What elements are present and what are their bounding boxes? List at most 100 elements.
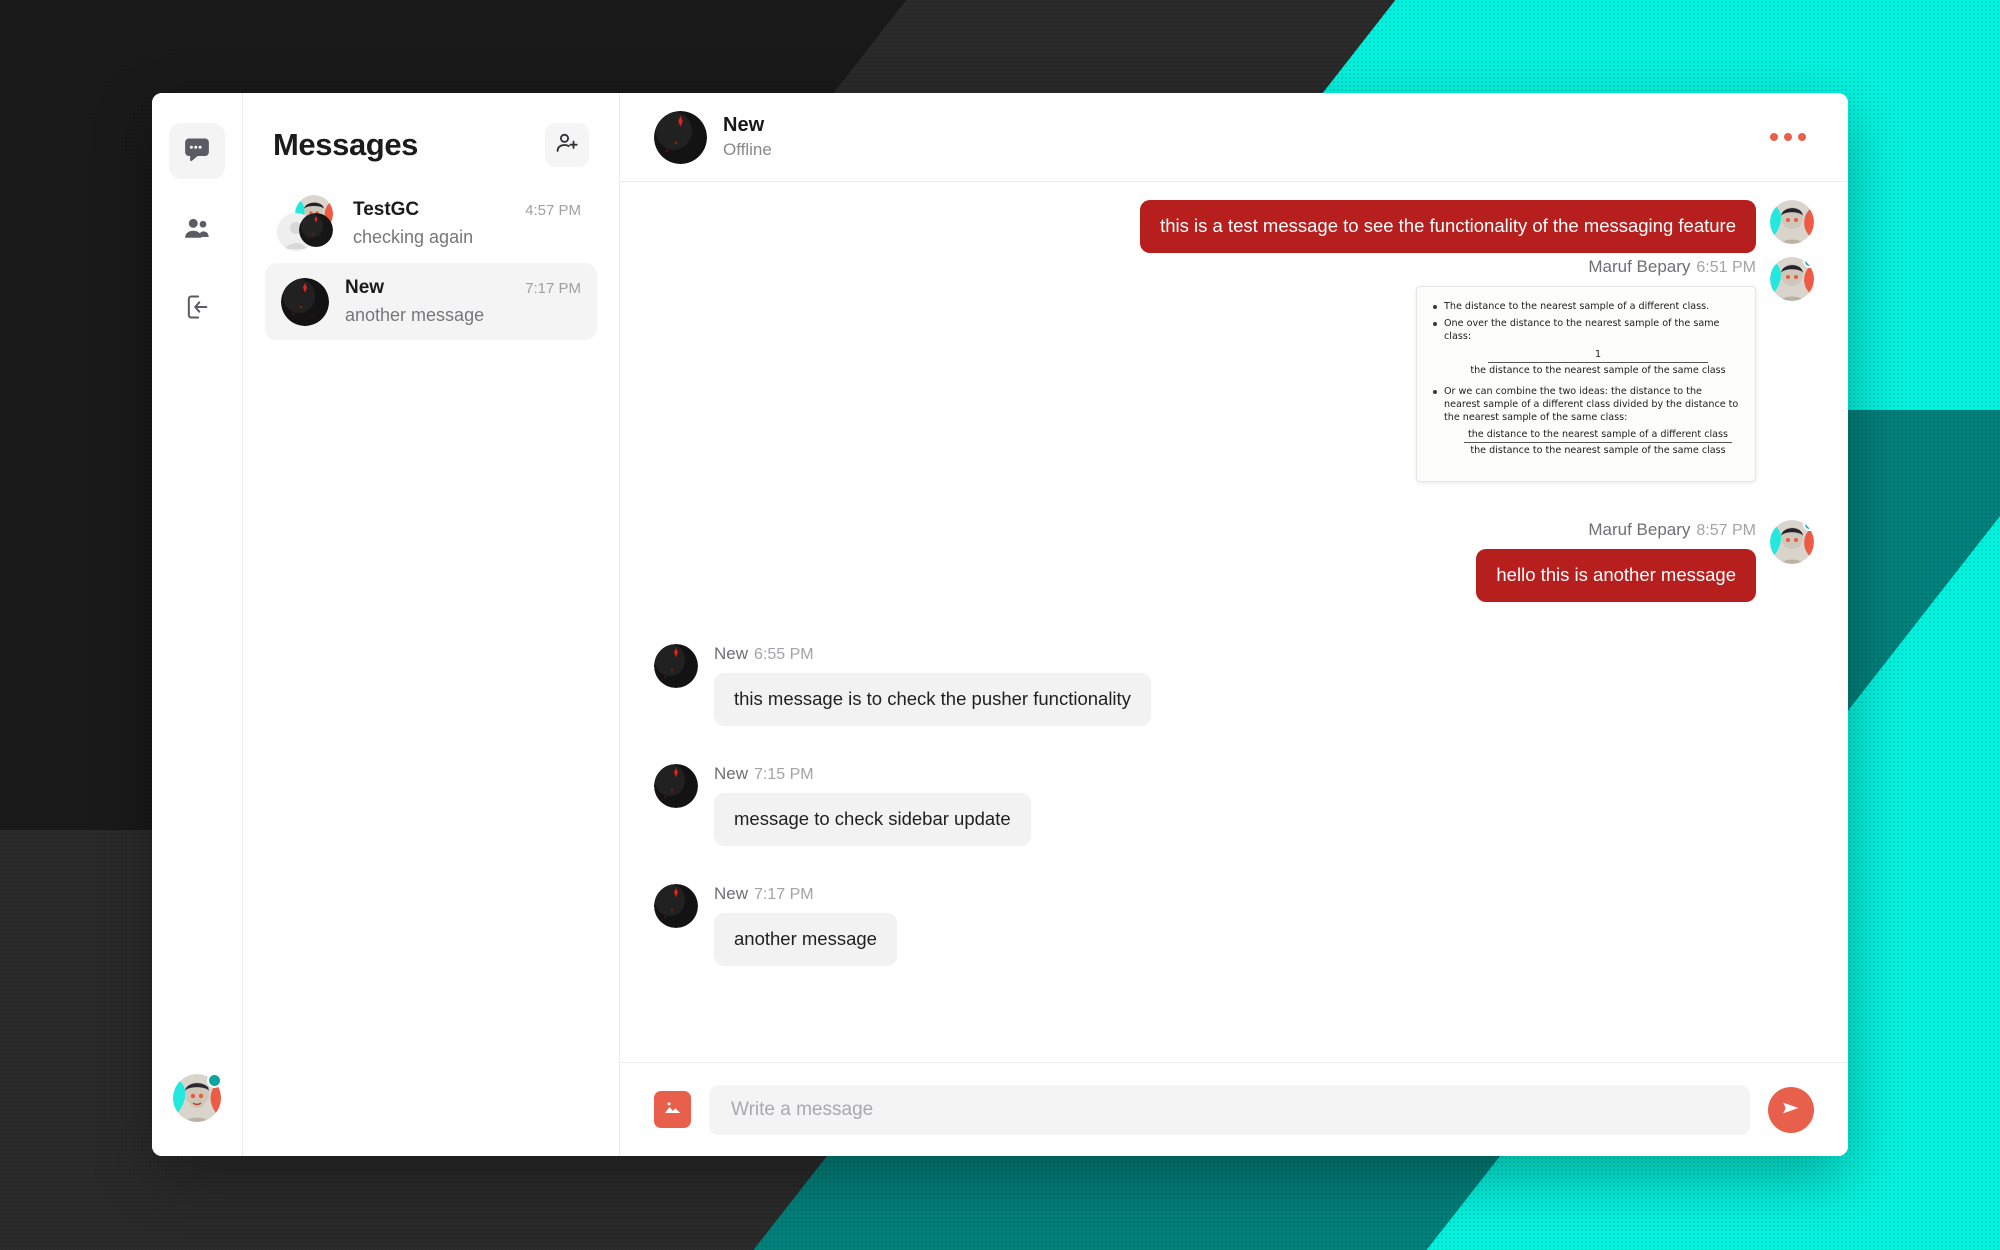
dot <box>1770 133 1778 141</box>
message-time: 7:15 PM <box>754 766 814 784</box>
sidebar-item-logout[interactable] <box>169 279 225 335</box>
message-group: New 7:17 PM another message <box>654 884 897 967</box>
list-item[interactable]: TestGC 4:57 PM checking again <box>265 183 597 263</box>
chat-panel: New Offline this is a test message to se… <box>620 93 1848 1156</box>
message-bubble-incoming: message to check sidebar update <box>714 793 1031 847</box>
fraction-denominator: the distance to the nearest sample of th… <box>1470 364 1726 376</box>
avatar <box>654 764 698 809</box>
message-list[interactable]: this is a test message to see the functi… <box>620 182 1848 1062</box>
conversation-name: New <box>345 277 385 298</box>
conversation-panel: Messages TestGC 4:57 PM checking again N… <box>243 93 620 1156</box>
list-item-body: TestGC 4:57 PM checking again <box>353 199 581 248</box>
attachment-bullet-list-2: Or we can combine the two ideas: the dis… <box>1431 385 1741 425</box>
message-row: this is a test message to see the functi… <box>654 200 1814 253</box>
message-author: Maruf Bepary <box>1588 520 1691 540</box>
attachment-bullet: Or we can combine the two ideas: the dis… <box>1431 385 1741 425</box>
message-group: Maruf Bepary 8:57 PM hello this is anothe… <box>1476 520 1814 603</box>
message-row: New 7:15 PM message to check sidebar upda… <box>654 764 1814 847</box>
message-group: this is a test message to see the functi… <box>1140 200 1814 253</box>
page-title: Messages <box>273 127 419 162</box>
message-author: New <box>714 884 749 904</box>
message-time: 6:55 PM <box>754 646 814 664</box>
message-attachment-image[interactable]: The distance to the nearest sample of a … <box>1416 285 1756 483</box>
list-item-body: New 7:17 PM another message <box>345 277 581 326</box>
message-time: 6:51 PM <box>1696 258 1756 276</box>
add-conversation-button[interactable] <box>545 123 589 167</box>
send-button[interactable] <box>1768 1086 1814 1133</box>
message-group: Maruf Bepary 6:51 PM The distance to the … <box>1416 256 1814 483</box>
message-group: New 6:55 PM this message is to check the … <box>654 644 1151 727</box>
message-row: New 7:17 PM another message <box>654 884 1814 967</box>
logout-icon <box>183 293 211 321</box>
attachment-fraction-2: the distance to the nearest sample of a … <box>1455 429 1741 456</box>
chat-bubble-icon <box>182 136 212 166</box>
chat-contact-status: Offline <box>723 140 772 159</box>
message-bubble-outgoing: hello this is another message <box>1476 549 1756 603</box>
message-column: this is a test message to see the functi… <box>1140 200 1756 253</box>
message-meta: New 6:55 PM <box>714 644 814 664</box>
conversation-list: TestGC 4:57 PM checking again New 7:17 P… <box>243 183 619 340</box>
message-meta: New 7:17 PM <box>714 884 814 904</box>
fraction-numerator: 1 <box>1488 349 1708 363</box>
list-item[interactable]: New 7:17 PM another message <box>265 263 597 340</box>
message-column: New 7:17 PM another message <box>714 884 897 967</box>
message-row: Maruf Bepary 8:57 PM hello this is anothe… <box>654 520 1814 603</box>
more-options-icon[interactable] <box>1762 125 1814 149</box>
sidebar-item-contacts[interactable] <box>169 201 225 257</box>
chat-header: New Offline <box>620 93 1848 182</box>
message-composer <box>620 1062 1848 1156</box>
attachment-bullet-list: The distance to the nearest sample of a … <box>1431 300 1741 344</box>
message-row: Maruf Bepary 6:51 PM The distance to the … <box>654 256 1814 483</box>
message-column: Maruf Bepary 8:57 PM hello this is anothe… <box>1476 520 1756 603</box>
dot <box>1798 133 1806 141</box>
message-time: 7:17 PM <box>754 886 814 904</box>
avatar <box>1770 200 1814 244</box>
send-paper-plane-icon <box>1780 1097 1802 1122</box>
message-column: New 6:55 PM this message is to check the … <box>714 644 1151 727</box>
chat-contact-name: New <box>723 114 765 136</box>
message-meta: New 7:15 PM <box>714 764 814 784</box>
people-icon <box>182 214 212 244</box>
dot <box>1784 133 1792 141</box>
current-user-avatar[interactable] <box>173 1073 222 1122</box>
message-row: New 6:55 PM this message is to check the … <box>654 644 1814 727</box>
status-badge-online <box>207 1073 222 1088</box>
chat-header-text: New Offline <box>723 114 772 160</box>
message-bubble-outgoing: this is a test message to see the functi… <box>1140 200 1756 253</box>
avatar <box>281 277 329 326</box>
conversation-panel-header: Messages <box>243 93 619 183</box>
sidebar-item-messages[interactable] <box>169 123 225 179</box>
avatar <box>654 644 698 689</box>
message-bubble-incoming: this message is to check the pusher func… <box>714 673 1151 727</box>
fraction-numerator: the distance to the nearest sample of a … <box>1463 429 1733 444</box>
message-input[interactable] <box>709 1084 1750 1135</box>
message-author: Maruf Bepary <box>1588 256 1691 276</box>
conversation-preview: checking again <box>353 226 474 247</box>
conversation-name: TestGC <box>353 198 420 220</box>
avatar <box>1770 520 1814 565</box>
message-meta: Maruf Bepary 8:57 PM <box>1588 520 1756 540</box>
message-column: Maruf Bepary 6:51 PM The distance to the … <box>1416 257 1756 483</box>
conversation-time: 7:17 PM <box>525 280 581 297</box>
avatar <box>654 884 698 929</box>
attachment-bullet: One over the distance to the nearest sam… <box>1431 317 1741 343</box>
attachment-fraction-1: 1 the distance to the nearest sample of … <box>1455 349 1741 376</box>
avatar <box>299 213 333 247</box>
message-meta: Maruf Bepary 6:51 PM <box>1588 257 1756 277</box>
message-time: 8:57 PM <box>1696 522 1756 540</box>
conversation-preview: another message <box>345 305 485 325</box>
group-avatar <box>277 195 337 251</box>
conversation-avatar <box>281 277 329 326</box>
message-column: New 7:15 PM message to check sidebar upda… <box>714 764 1031 847</box>
attach-image-button[interactable] <box>654 1091 691 1128</box>
avatar <box>654 110 707 164</box>
conversation-time: 4:57 PM <box>525 201 581 219</box>
message-bubble-incoming: another message <box>714 913 897 967</box>
add-person-icon <box>555 131 579 160</box>
attachment-bullet: The distance to the nearest sample of a … <box>1431 300 1741 313</box>
message-group: New 7:15 PM message to check sidebar upda… <box>654 764 1031 847</box>
status-badge-online <box>1803 520 1814 532</box>
message-author: New <box>714 644 749 664</box>
status-badge-online <box>1803 256 1814 268</box>
avatar <box>1770 256 1814 301</box>
